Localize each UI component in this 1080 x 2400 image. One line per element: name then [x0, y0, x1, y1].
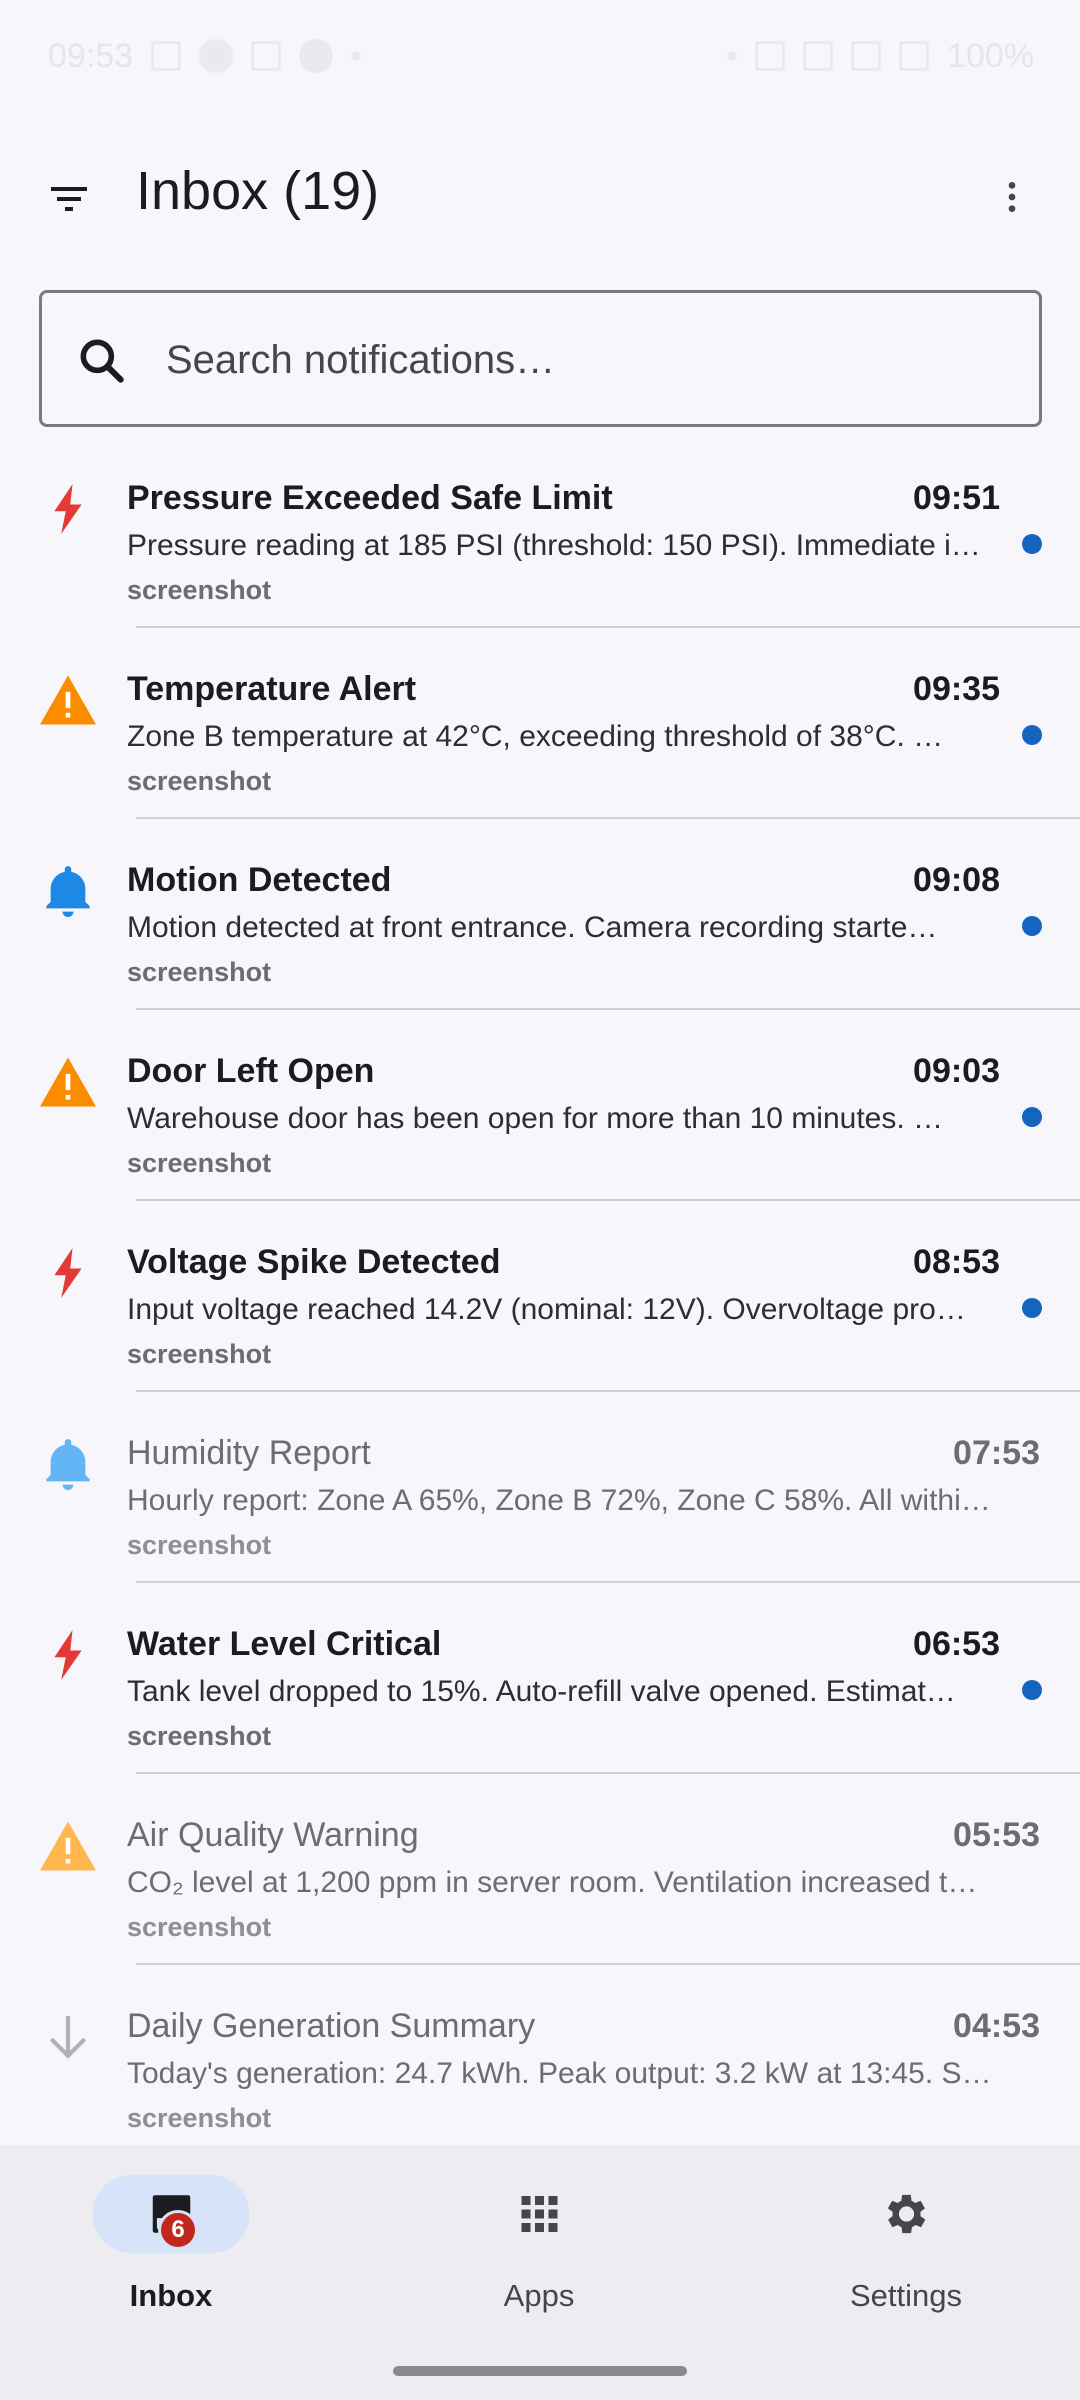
- notification-time: 04:53: [953, 2007, 1040, 2045]
- notification-body: Motion detected at front entrance. Camer…: [127, 911, 938, 944]
- notification-time: 05:53: [953, 1816, 1040, 1854]
- notification-source: screenshot: [127, 2103, 272, 2133]
- notification-item[interactable]: Humidity Report 07:53 Hourly report: Zone …: [0, 1392, 1080, 1583]
- notification-time: 09:03: [913, 1052, 1000, 1090]
- notification-time: 07:53: [953, 1434, 1040, 1472]
- unread-dot-icon: [1022, 1107, 1042, 1127]
- notification-title: Door Left Open: [127, 1052, 375, 1090]
- nav-apps-indicator: [461, 2175, 618, 2253]
- bluetooth-icon: [755, 41, 786, 71]
- notification-item[interactable]: Air Quality Warning 05:53 CO₂ level at 1,2…: [0, 1774, 1080, 1965]
- battery-level: 100%: [947, 36, 1034, 75]
- notification-item[interactable]: Daily Generation Summary 04:53 Today's gen…: [0, 1965, 1080, 2145]
- notification-body: Zone B temperature at 42°C, exceeding th…: [127, 720, 944, 753]
- bolt-icon: [40, 481, 96, 537]
- warning-icon: [40, 672, 96, 728]
- notification-title: Voltage Spike Detected: [127, 1243, 501, 1281]
- notification-source: screenshot: [127, 1721, 272, 1751]
- inbox-unread-badge: 6: [158, 2210, 198, 2250]
- status-time: 09:53: [48, 36, 134, 75]
- notification-time: 09:08: [913, 861, 1000, 899]
- notification-source: screenshot: [127, 575, 272, 605]
- status-bar: 09:53 100%: [0, 0, 1080, 112]
- nav-settings-label: Settings: [849, 2278, 962, 2313]
- unread-dot-icon: [1022, 534, 1042, 554]
- notification-title: Daily Generation Summary: [127, 2007, 536, 2045]
- search-input[interactable]: [166, 321, 1006, 399]
- signal-icon: [899, 41, 930, 71]
- info-icon: [299, 39, 334, 73]
- dot-icon: [351, 51, 362, 61]
- search-icon: [80, 339, 124, 383]
- notification-body: Tank level dropped to 15%. Auto-refill v…: [127, 1675, 956, 1708]
- notification-time: 09:35: [913, 670, 1000, 708]
- warning-icon: [40, 1818, 96, 1874]
- bolt-icon: [40, 1627, 96, 1683]
- unread-dot-icon: [1022, 916, 1042, 936]
- bolt-icon: [40, 1245, 96, 1301]
- notification-title: Motion Detected: [127, 861, 392, 899]
- notification-source: screenshot: [127, 766, 272, 796]
- filter-button[interactable]: [38, 168, 100, 230]
- status-bar-left: 09:53: [48, 36, 362, 76]
- notification-source: screenshot: [127, 957, 272, 987]
- notification-body: Hourly report: Zone A 65%, Zone B 72%, Z…: [127, 1484, 991, 1517]
- notification-icon: [151, 41, 182, 71]
- vibrate-icon: [803, 41, 834, 71]
- notification-title: Humidity Report: [127, 1434, 371, 1472]
- warning-icon: [40, 1054, 96, 1110]
- notification-item[interactable]: Voltage Spike Detected 08:53 Input voltage…: [0, 1201, 1080, 1392]
- notification-item[interactable]: Water Level Critical 06:53 Tank level drop…: [0, 1583, 1080, 1774]
- notification-title: Water Level Critical: [127, 1625, 442, 1663]
- notification-body: Pressure reading at 185 PSI (threshold: …: [127, 529, 981, 562]
- bell-icon: [40, 1436, 96, 1492]
- unread-dot-icon: [1022, 1298, 1042, 1318]
- notification-title: Pressure Exceeded Safe Limit: [127, 479, 613, 517]
- notification-title: Temperature Alert: [127, 670, 417, 708]
- arrow-down-icon: [40, 2009, 96, 2065]
- notification-title: Air Quality Warning: [127, 1816, 419, 1854]
- search-field[interactable]: [39, 290, 1042, 427]
- nav-apps[interactable]: Apps: [414, 2175, 664, 2325]
- notification-body: CO₂ level at 1,200 ppm in server room. V…: [127, 1866, 978, 1899]
- nav-settings[interactable]: Settings: [781, 2175, 1031, 2325]
- notification-source: screenshot: [127, 1148, 272, 1178]
- notification-time: 06:53: [913, 1625, 1000, 1663]
- gear-icon: [887, 2194, 925, 2234]
- notification-time: 08:53: [913, 1243, 1000, 1281]
- unread-dot-icon: [1022, 1680, 1042, 1700]
- bottom-navigation: 6 Inbox Apps Settings: [0, 2145, 1080, 2400]
- notification-source: screenshot: [127, 1339, 272, 1369]
- image-icon: [251, 41, 282, 71]
- info-icon: [199, 39, 234, 73]
- apps-grid-icon: [521, 2196, 557, 2232]
- bell-icon: [40, 863, 96, 919]
- notification-body: Today's generation: 24.7 kWh. Peak outpu…: [127, 2057, 992, 2090]
- notification-item[interactable]: Temperature Alert 09:35 Zone B temperature…: [0, 628, 1080, 819]
- page-title: Inbox (19): [136, 161, 380, 221]
- notification-source: screenshot: [127, 1530, 272, 1560]
- top-app-bar: Inbox (19): [0, 140, 1080, 250]
- nav-inbox-label: Inbox: [129, 2278, 213, 2313]
- notification-body: Warehouse door has been open for more th…: [127, 1102, 944, 1135]
- more-options-button[interactable]: [982, 164, 1042, 230]
- notification-item[interactable]: Pressure Exceeded Safe Limit 09:51 Pressur…: [0, 437, 1080, 628]
- notification-source: screenshot: [127, 1912, 272, 1942]
- notification-list[interactable]: Pressure Exceeded Safe Limit 09:51 Pressur…: [0, 437, 1080, 2145]
- notification-item[interactable]: Motion Detected 09:08 Motion detected at f…: [0, 819, 1080, 1010]
- status-bar-right: 100%: [727, 37, 1034, 76]
- unread-dot-icon: [1022, 725, 1042, 745]
- nav-settings-indicator: [828, 2175, 985, 2253]
- dot-icon: [727, 51, 738, 61]
- home-indicator[interactable]: [393, 2366, 687, 2376]
- notification-time: 09:51: [913, 479, 1000, 517]
- notification-body: Input voltage reached 14.2V (nominal: 12…: [127, 1293, 966, 1326]
- filter-icon: [51, 187, 87, 211]
- wifi-icon: [851, 41, 882, 71]
- nav-inbox[interactable]: 6 Inbox: [46, 2175, 296, 2325]
- notification-item[interactable]: Door Left Open 09:03 Warehouse door has be…: [0, 1010, 1080, 1201]
- nav-apps-label: Apps: [503, 2278, 575, 2313]
- more-vert-icon: [1008, 182, 1016, 212]
